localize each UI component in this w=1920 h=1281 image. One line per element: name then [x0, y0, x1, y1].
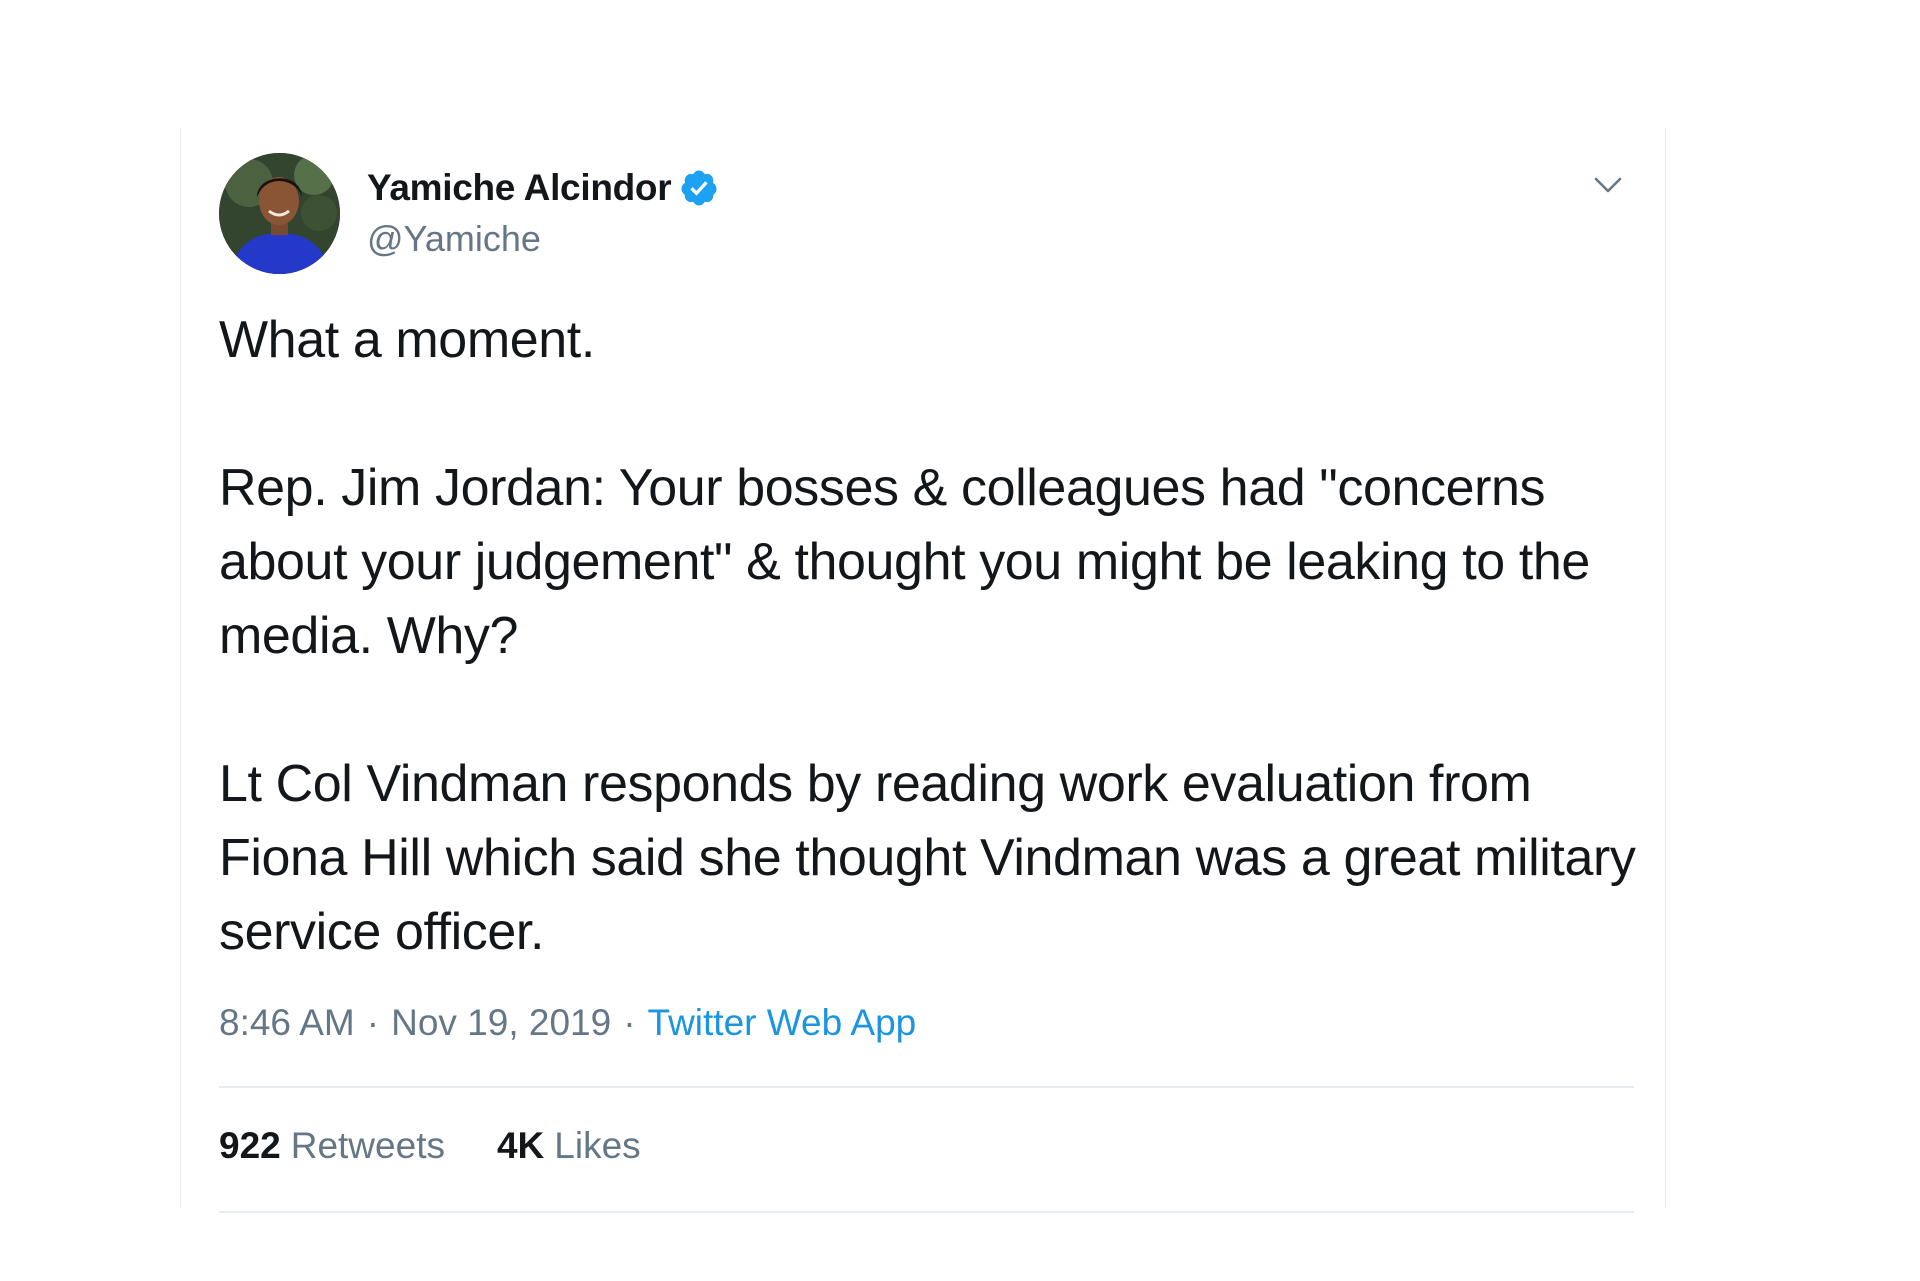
- likes-stat[interactable]: 4K Likes: [497, 1125, 641, 1167]
- tweet-date[interactable]: Nov 19, 2019: [391, 1002, 611, 1044]
- tweet-text: What a moment. Rep. Jim Jordan: Your bos…: [219, 303, 1639, 969]
- tweet-paragraph: Rep. Jim Jordan: Your bosses & colleague…: [219, 459, 1604, 665]
- tweet-meta: 8:46 AM · Nov 19, 2019 · Twitter Web App: [219, 1001, 916, 1045]
- likes-label: Likes: [554, 1125, 641, 1166]
- chevron-down-icon[interactable]: [1591, 168, 1625, 202]
- author-display-name[interactable]: Yamiche Alcindor: [367, 167, 672, 209]
- divider: [219, 1086, 1634, 1088]
- likes-count: 4K: [496, 1125, 545, 1166]
- retweets-count: 922: [219, 1125, 281, 1166]
- meta-separator: ·: [366, 1002, 380, 1043]
- tweet-card: Yamiche Alcindor @Yamiche What a moment.…: [180, 128, 1666, 1213]
- author-name-row[interactable]: Yamiche Alcindor: [367, 166, 719, 210]
- divider: [219, 1211, 1634, 1213]
- retweets-label: Retweets: [290, 1125, 445, 1166]
- avatar[interactable]: [219, 153, 340, 274]
- avatar-image: [219, 153, 340, 274]
- verified-badge-icon: [679, 168, 719, 208]
- author-handle[interactable]: @Yamiche: [367, 218, 541, 260]
- meta-separator: ·: [623, 1002, 636, 1043]
- retweets-stat[interactable]: 922 Retweets: [219, 1125, 445, 1167]
- tweet-time[interactable]: 8:46 AM: [219, 1002, 355, 1044]
- tweet-stats: 922 Retweets 4K Likes: [219, 1124, 641, 1168]
- tweet-paragraph: What a moment.: [219, 311, 595, 369]
- tweet-paragraph: Lt Col Vindman responds by reading work …: [219, 755, 1650, 961]
- tweet-source-link[interactable]: Twitter Web App: [648, 1002, 917, 1044]
